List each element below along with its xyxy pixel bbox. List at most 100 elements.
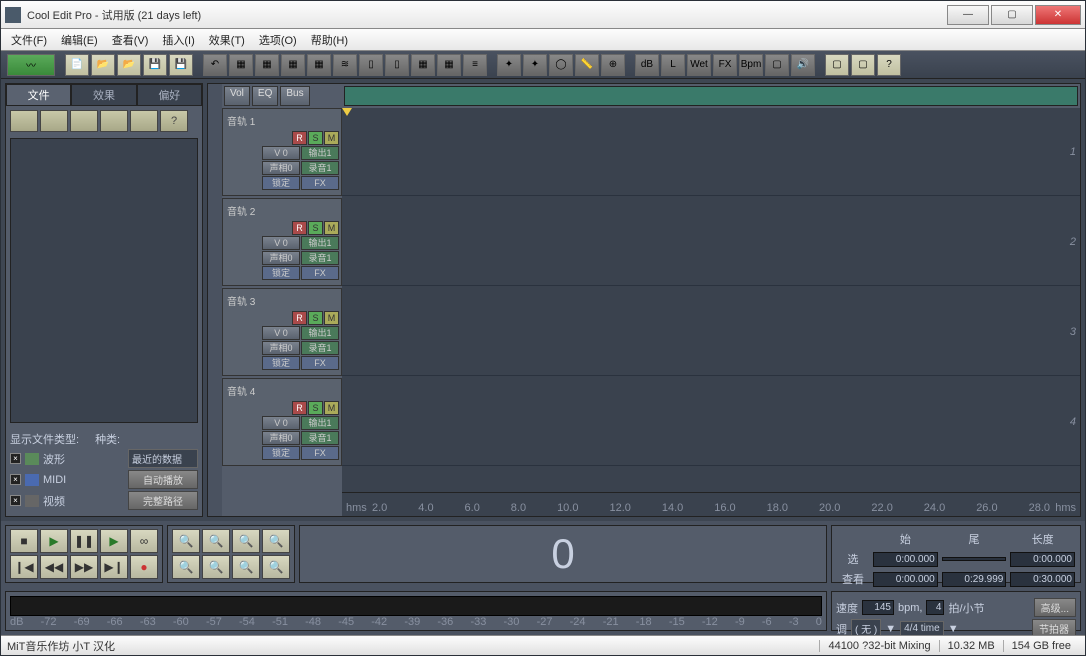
db-button[interactable]: dB	[635, 54, 659, 76]
rewind-button[interactable]: ◀◀	[40, 555, 68, 579]
new-button[interactable]: 📄	[65, 54, 89, 76]
track-record-button[interactable]: R	[292, 221, 307, 235]
tool7-button[interactable]: ▯	[385, 54, 409, 76]
track-recinput[interactable]: 录音1	[301, 431, 339, 445]
wave-track-1[interactable]: 1	[342, 108, 1080, 196]
beats-value[interactable]: 4	[926, 600, 944, 615]
track-mute-button[interactable]: M	[324, 131, 339, 145]
tool3-button[interactable]: ▦	[281, 54, 305, 76]
forward-button[interactable]: ▶▶	[70, 555, 98, 579]
tool5-button[interactable]: ≋	[333, 54, 357, 76]
advanced-button[interactable]: 高级...	[1034, 598, 1076, 617]
track-fx[interactable]: FX	[301, 266, 339, 280]
autoplay-button[interactable]: 自动播放	[128, 470, 198, 489]
saveall-button[interactable]: 💾	[169, 54, 193, 76]
track-solo-button[interactable]: S	[308, 311, 323, 325]
track-head-1[interactable]: 音轨 1 RSM V 0输出1 声相0录音1 锁定FX	[222, 108, 342, 196]
undo-button[interactable]: ↶	[203, 54, 227, 76]
lp-btn2[interactable]	[40, 110, 68, 132]
pause-button[interactable]: ❚❚	[70, 529, 98, 553]
zoom7-button[interactable]: 🔍	[232, 555, 260, 579]
track-mute-button[interactable]: M	[324, 221, 339, 235]
save-button[interactable]: 💾	[143, 54, 167, 76]
tab-effects[interactable]: 效果	[71, 84, 136, 106]
zoomin-button[interactable]: 🔍	[172, 529, 200, 553]
track-mute-button[interactable]: M	[324, 401, 339, 415]
wave-track-3[interactable]: 3	[342, 288, 1080, 376]
minitab-eq[interactable]: EQ	[252, 86, 278, 106]
menu-file[interactable]: 文件(F)	[5, 30, 53, 50]
maximize-button[interactable]: ▢	[991, 5, 1033, 25]
lp-btn3[interactable]	[70, 110, 98, 132]
track-solo-button[interactable]: S	[308, 131, 323, 145]
chk-midi[interactable]: ×	[10, 474, 21, 485]
tool6-button[interactable]: ▯	[359, 54, 383, 76]
tool1-button[interactable]: ▦	[229, 54, 253, 76]
minitab-vol[interactable]: Vol	[224, 86, 250, 106]
track-pan[interactable]: 声相0	[262, 341, 300, 355]
track-pan[interactable]: 声相0	[262, 251, 300, 265]
sel-end[interactable]	[942, 557, 1007, 561]
sel-length[interactable]: 0:00.000	[1010, 552, 1075, 567]
zoomout-button[interactable]: 🔍	[202, 529, 230, 553]
track-head-4[interactable]: 音轨 4 RSM V 0输出1 声相0录音1 锁定FX	[222, 378, 342, 466]
tool4-button[interactable]: ▦	[307, 54, 331, 76]
chk-video[interactable]: ×	[10, 495, 21, 506]
track-output[interactable]: 输出1	[301, 236, 339, 250]
track-recinput[interactable]: 录音1	[301, 251, 339, 265]
track-recinput[interactable]: 录音1	[301, 161, 339, 175]
track-volume[interactable]: V 0	[262, 146, 300, 160]
track-output[interactable]: 输出1	[301, 146, 339, 160]
track-mute-button[interactable]: M	[324, 311, 339, 325]
track-record-button[interactable]: R	[292, 401, 307, 415]
tool17-button[interactable]: 🔊	[791, 54, 815, 76]
l-button[interactable]: L	[661, 54, 685, 76]
play-button[interactable]: ▶	[40, 529, 68, 553]
fx-button[interactable]: FX	[713, 54, 737, 76]
track-volume[interactable]: V 0	[262, 236, 300, 250]
goend-button[interactable]: ▶❙	[100, 555, 128, 579]
tool18-button[interactable]: ▢	[825, 54, 849, 76]
view-length[interactable]: 0:30.000	[1010, 572, 1075, 587]
track-fx[interactable]: FX	[301, 356, 339, 370]
track-solo-button[interactable]: S	[308, 401, 323, 415]
wet-button[interactable]: Wet	[687, 54, 711, 76]
track-recinput[interactable]: 录音1	[301, 341, 339, 355]
lp-btn4[interactable]	[100, 110, 128, 132]
loop-button[interactable]: ∞	[130, 529, 158, 553]
tool8-button[interactable]: ▦	[411, 54, 435, 76]
waveform-toggle-button[interactable]: 〰	[7, 54, 55, 76]
playloop-button[interactable]: ▶	[100, 529, 128, 553]
tool9-button[interactable]: ▦	[437, 54, 461, 76]
track-record-button[interactable]: R	[292, 131, 307, 145]
track-lock[interactable]: 锁定	[262, 446, 300, 460]
open2-button[interactable]: 📂	[117, 54, 141, 76]
timesig-select[interactable]: 4/4 time	[900, 621, 944, 636]
tab-prefs[interactable]: 偏好	[137, 84, 202, 106]
track-output[interactable]: 输出1	[301, 416, 339, 430]
waveform-area[interactable]: 1234 hms 2.04.06.08.010.012.014.016.018.…	[342, 108, 1080, 516]
menu-view[interactable]: 查看(V)	[106, 30, 155, 50]
track-lock[interactable]: 锁定	[262, 356, 300, 370]
tool13-button[interactable]: ◯	[549, 54, 573, 76]
track-lock[interactable]: 锁定	[262, 266, 300, 280]
gostart-button[interactable]: ❙◀	[10, 555, 38, 579]
sel-begin[interactable]: 0:00.000	[873, 552, 938, 567]
track-pan[interactable]: 声相0	[262, 431, 300, 445]
bpm-button[interactable]: Bpm	[739, 54, 763, 76]
view-end[interactable]: 0:29.999	[942, 572, 1007, 587]
overview-bar[interactable]	[344, 86, 1078, 106]
bpm-value[interactable]: 145	[862, 600, 894, 615]
zoom5-button[interactable]: 🔍	[172, 555, 200, 579]
menu-edit[interactable]: 编辑(E)	[55, 30, 104, 50]
time-ruler[interactable]: hms 2.04.06.08.010.012.014.016.018.020.0…	[342, 492, 1080, 516]
stop-button[interactable]: ■	[10, 529, 38, 553]
tab-files[interactable]: 文件	[6, 84, 71, 106]
track-solo-button[interactable]: S	[308, 221, 323, 235]
menu-insert[interactable]: 插入(I)	[156, 30, 200, 50]
menu-effects[interactable]: 效果(T)	[203, 30, 251, 50]
minitab-bus[interactable]: Bus	[280, 86, 309, 106]
track-head-2[interactable]: 音轨 2 RSM V 0输出1 声相0录音1 锁定FX	[222, 198, 342, 286]
tool12-button[interactable]: ✦	[523, 54, 547, 76]
tool19-button[interactable]: ▢	[851, 54, 875, 76]
